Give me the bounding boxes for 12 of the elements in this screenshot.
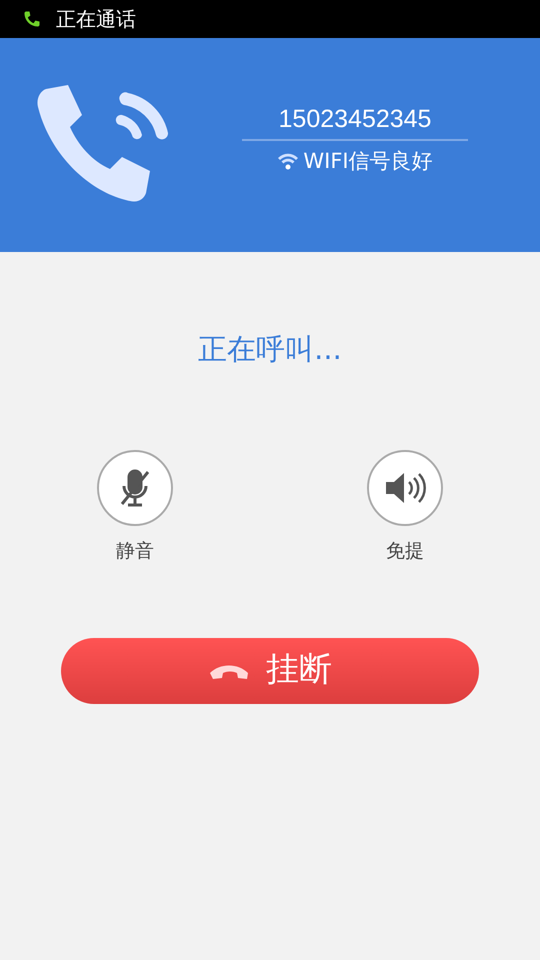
phone-number: 15023452345 <box>242 105 468 141</box>
hang-up-button[interactable]: 挂断 <box>61 638 479 704</box>
signal-status: WIFI信号良好 <box>303 148 433 175</box>
phone-icon <box>22 9 42 29</box>
wifi-icon <box>277 152 300 170</box>
muted-microphone-icon <box>118 468 152 508</box>
phone-icon <box>208 663 250 681</box>
control-label: 免提 <box>386 539 424 564</box>
call-status: 正在呼叫... <box>198 331 342 368</box>
control-label: 静音 <box>116 539 154 564</box>
speaker-icon <box>383 470 427 506</box>
status-title: 正在通话 <box>56 6 136 32</box>
